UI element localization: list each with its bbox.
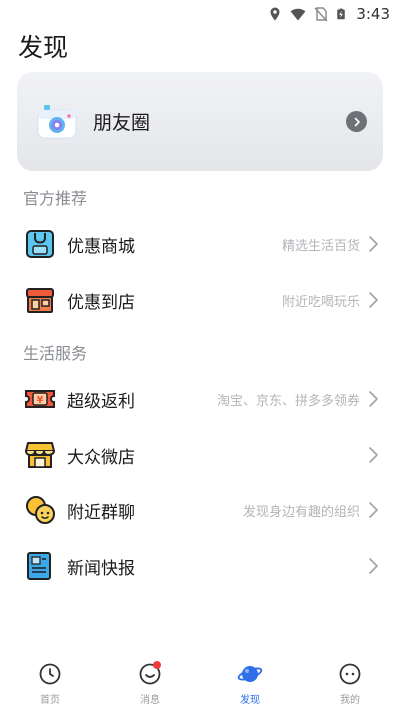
nav-label: 我的 [340,695,360,706]
page-title: 发现 [18,33,69,62]
unread-badge [153,661,161,669]
chevron-right-icon [369,292,378,308]
bottom-nav: 首页 消息 发现 我的 [0,648,400,711]
list-item-label: 附近群聊 [67,502,135,523]
chevron-right-icon [369,558,378,574]
nav-item-messages[interactable]: 消息 [100,648,200,711]
shop-icon [25,442,55,468]
list-item-rebate[interactable]: ¥ 超级返利 淘宝、京东、拼多多领券 [0,371,400,427]
nav-item-home[interactable]: 首页 [0,648,100,711]
nav-label: 发现 [240,695,260,706]
status-bar: 3:43 [0,0,400,28]
chevron-right-icon [369,391,378,407]
battery-charging-icon [337,8,346,20]
section-title-life-services: 生活服务 [23,344,88,363]
status-time: 3:43 [356,5,390,23]
moments-arrow-icon [346,111,367,132]
home-icon [39,663,61,685]
list-item-nearby-deals[interactable]: 优惠到店 附近吃喝玩乐 [0,272,400,328]
list-item-hint: 精选生活百货 [281,238,360,254]
discover-screen: 3:43 发现 朋友圈 官方推荐 优惠商城 精选生活百货 优惠到店 附近吃喝玩乐… [0,0,400,711]
coupon-icon: ¥ [25,390,55,408]
moments-label: 朋友圈 [93,112,151,134]
list-item-label: 大众微店 [67,447,135,468]
chevron-right-icon [369,502,378,518]
list-item-hint: 附近吃喝玩乐 [281,294,360,310]
list-item-micro-shop[interactable]: 大众微店 [0,427,400,483]
camera-icon [37,104,77,138]
location-icon [270,7,280,21]
no-sim-icon [314,7,328,22]
group-chat-icon [26,496,55,524]
storefront-icon [26,288,54,313]
list-item-news[interactable]: 新闻快报 [0,538,400,594]
planet-icon [237,666,263,682]
nav-label: 消息 [140,695,160,706]
chevron-right-icon [369,447,378,463]
list-item-nearby-groups[interactable]: 附近群聊 发现身边有趣的组织 [0,482,400,538]
nav-item-discover[interactable]: 发现 [200,648,300,711]
list-item-label: 优惠商城 [67,236,135,257]
list-item-mall[interactable]: 优惠商城 精选生活百货 [0,216,400,272]
svg-text:¥: ¥ [37,395,44,406]
list-item-label: 超级返利 [67,391,135,412]
shopping-bag-icon [26,230,54,258]
list-item-label: 优惠到店 [67,292,135,313]
chevron-right-icon [369,236,378,252]
list-item-hint: 发现身边有趣的组织 [242,504,360,520]
wifi-icon [290,8,306,21]
nav-label: 首页 [40,695,60,706]
newspaper-icon [27,552,51,580]
profile-icon [339,663,361,685]
section-title-official: 官方推荐 [23,189,88,208]
moments-card[interactable]: 朋友圈 [17,72,383,171]
list-item-label: 新闻快报 [67,558,135,579]
list-item-hint: 淘宝、京东、拼多多领券 [216,393,360,409]
nav-item-profile[interactable]: 我的 [300,648,400,711]
